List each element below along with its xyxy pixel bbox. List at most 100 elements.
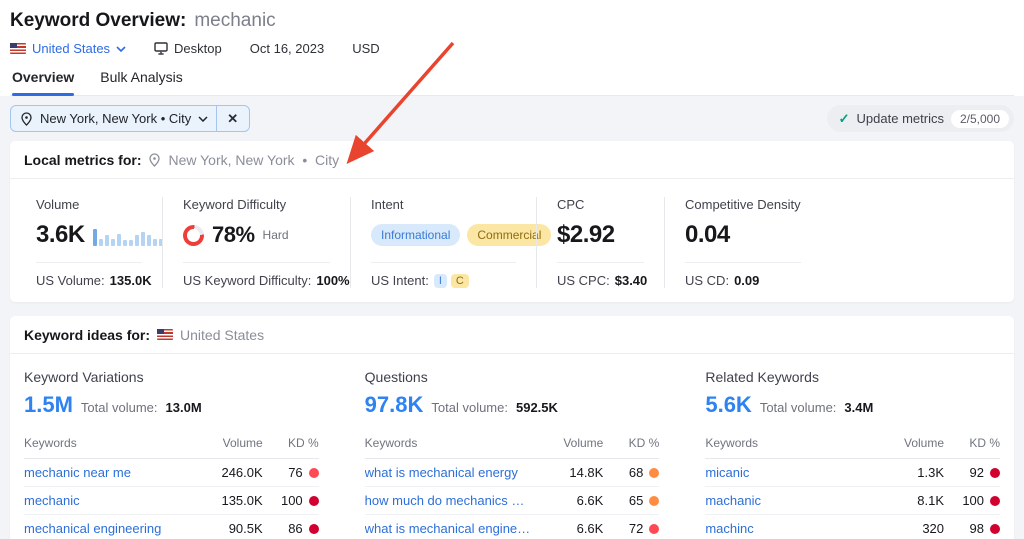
chip-divider	[216, 106, 217, 131]
idea-count[interactable]: 5.6K	[705, 392, 751, 418]
volume-cell: 135.0K	[191, 493, 263, 508]
idea-column: Questions 97.8K Total volume: 592.5K Key…	[365, 369, 660, 539]
col-header-volume: Volume	[531, 436, 603, 450]
kd-dot	[309, 496, 319, 506]
tab-bulk-analysis[interactable]: Bulk Analysis	[100, 69, 182, 95]
kd-dot	[990, 468, 1000, 478]
table-header: Keywords Volume KD %	[24, 436, 319, 459]
device-selector[interactable]: Desktop	[154, 41, 222, 56]
col-header-volume: Volume	[872, 436, 944, 450]
country-selector[interactable]: United States	[10, 41, 126, 56]
chevron-down-icon[interactable]	[198, 116, 208, 122]
metric-competitive-density: Competitive Density 0.04 US CD: 0.09	[664, 197, 821, 288]
update-metrics-quota: 2/5,000	[951, 110, 1009, 128]
keyword-link[interactable]: mechanical engineering	[24, 521, 191, 536]
device-label: Desktop	[174, 41, 222, 56]
metric-kd-qualifier: Hard	[263, 228, 289, 242]
keywords-table: Keywords Volume KD % mechanic near me 24…	[24, 436, 319, 539]
col-header-volume: Volume	[191, 436, 263, 450]
keyword-ideas-card: Keyword ideas for: United States Keyword…	[10, 316, 1014, 539]
us-kd-row: US Keyword Difficulty: 100%	[183, 262, 330, 288]
us-intent-pill-commercial: C	[451, 274, 469, 288]
kd-dot	[649, 496, 659, 506]
metric-kd-label: Keyword Difficulty	[183, 197, 330, 212]
metric-intent: Intent InformationalCommercial US Intent…	[350, 197, 536, 288]
keyword-ideas-heading: Keyword ideas for:	[24, 327, 150, 343]
col-header-kd: KD %	[944, 436, 1000, 450]
metric-cd-label: Competitive Density	[685, 197, 801, 212]
keyword-link[interactable]: what is mechanical energy	[365, 465, 532, 480]
metric-cpc-label: CPC	[557, 197, 644, 212]
keyword-link[interactable]: machinc	[705, 521, 872, 536]
keyword-link[interactable]: mechanic near me	[24, 465, 191, 480]
table-row: mechanic 135.0K 100	[24, 487, 319, 515]
kd-cell: 100	[944, 493, 1000, 508]
sparkline-bar	[147, 235, 151, 246]
col-header-kd: KD %	[263, 436, 319, 450]
header-meta-row: United States Desktop Oct 16, 2023 USD	[10, 41, 1014, 56]
keyword-ideas-country: United States	[157, 327, 264, 343]
keywords-table: Keywords Volume KD % what is mechanical …	[365, 436, 660, 539]
idea-column-stats: 5.6K Total volume: 3.4M	[705, 392, 1000, 418]
table-header: Keywords Volume KD %	[705, 436, 1000, 459]
currency-label: USD	[352, 41, 379, 56]
volume-cell: 14.8K	[531, 465, 603, 480]
total-volume-label: Total volume:	[431, 400, 508, 415]
sparkline-bar	[129, 240, 133, 246]
keyword-link[interactable]: micanic	[705, 465, 872, 480]
idea-count[interactable]: 1.5M	[24, 392, 73, 418]
col-header-keywords: Keywords	[24, 436, 191, 450]
update-metrics-label: Update metrics	[857, 111, 944, 126]
metric-intent-label: Intent	[371, 197, 516, 212]
tab-overview[interactable]: Overview	[12, 69, 74, 95]
volume-cell: 6.6K	[531, 493, 603, 508]
page-content: New York, New York • City ✕ ✓ Update met…	[0, 96, 1024, 539]
volume-sparkline	[93, 224, 163, 246]
idea-count[interactable]: 97.8K	[365, 392, 424, 418]
sparkline-bar	[123, 240, 127, 246]
idea-column-title: Questions	[365, 369, 660, 385]
keyword-link[interactable]: what is mechanical engineering	[365, 521, 532, 536]
kd-dot	[990, 496, 1000, 506]
volume-cell: 1.3K	[872, 465, 944, 480]
close-icon[interactable]: ✕	[225, 111, 240, 127]
currency-selector[interactable]: USD	[352, 41, 379, 56]
sparkline-bar	[141, 232, 145, 246]
sparkline-bar	[111, 239, 115, 246]
volume-cell: 90.5K	[191, 521, 263, 536]
idea-column-title: Keyword Variations	[24, 369, 319, 385]
update-metrics-button[interactable]: ✓ Update metrics 2/5,000	[827, 105, 1014, 132]
keyword-link[interactable]: how much do mechanics make	[365, 493, 532, 508]
kd-cell: 65	[603, 493, 659, 508]
keywords-table: Keywords Volume KD % micanic 1.3K 92 mac…	[705, 436, 1000, 539]
local-metrics-location: New York, New York • City	[148, 152, 339, 168]
us-flag-icon	[10, 43, 26, 54]
page-title: Keyword Overview: mechanic	[10, 10, 1014, 32]
table-row: machanic 8.1K 100	[705, 487, 1000, 515]
kd-cell: 98	[944, 521, 1000, 536]
kd-dot	[309, 468, 319, 478]
metric-volume-value: 3.6K	[36, 221, 85, 249]
page-title-keyword: mechanic	[194, 10, 275, 32]
sparkline-bar	[153, 239, 157, 246]
us-cd-value: 0.09	[734, 273, 759, 288]
us-cpc-value: $3.40	[615, 273, 648, 288]
tab-bar: Overview Bulk Analysis	[10, 69, 1014, 96]
keyword-link[interactable]: mechanic	[24, 493, 191, 508]
keyword-link[interactable]: machanic	[705, 493, 872, 508]
location-filter-chip[interactable]: New York, New York • City ✕	[10, 105, 250, 132]
volume-cell: 320	[872, 521, 944, 536]
us-volume-row: US Volume: 135.0K	[36, 262, 142, 288]
date-selector[interactable]: Oct 16, 2023	[250, 41, 324, 56]
table-row: what is mechanical engineering 6.6K 72	[365, 515, 660, 539]
idea-column-stats: 1.5M Total volume: 13.0M	[24, 392, 319, 418]
col-header-keywords: Keywords	[365, 436, 532, 450]
metric-kd-value: 78%	[212, 222, 255, 248]
local-metrics-card: Local metrics for: New York, New York • …	[10, 141, 1014, 302]
table-row: micanic 1.3K 92	[705, 459, 1000, 487]
col-header-keywords: Keywords	[705, 436, 872, 450]
metric-cd-value: 0.04	[685, 221, 730, 249]
kd-dot	[309, 524, 319, 534]
total-volume-value: 592.5K	[516, 400, 558, 415]
table-row: machinc 320 98	[705, 515, 1000, 539]
